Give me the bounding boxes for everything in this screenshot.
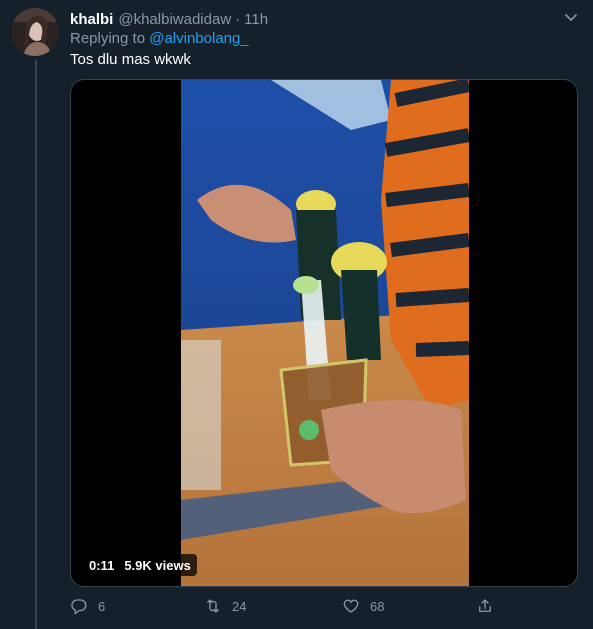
chevron-down-icon[interactable] xyxy=(563,9,579,25)
share-button[interactable] xyxy=(476,597,494,615)
thread-line xyxy=(35,60,37,629)
video-duration: 0:11 xyxy=(89,557,115,573)
retweet-icon xyxy=(207,599,219,613)
retweet-count: 24 xyxy=(232,598,247,614)
separator-dot: · xyxy=(235,10,241,28)
like-count: 68 xyxy=(370,598,385,614)
video-frame[interactable] xyxy=(181,80,469,586)
reply-mention-link[interactable]: @alvinbolang_ xyxy=(149,30,248,47)
user-handle[interactable]: @khalbiwadidaw xyxy=(118,11,231,28)
share-icon xyxy=(479,599,491,612)
retweet-button[interactable]: 24 xyxy=(204,597,246,615)
replying-prefix: Replying to xyxy=(70,30,146,47)
tweet-header: khalbi @khalbiwadidaw · 11h xyxy=(70,9,268,29)
reply-count: 6 xyxy=(98,598,106,614)
avatar-photo xyxy=(11,8,59,56)
video-thumbnail xyxy=(181,80,469,586)
replying-to: Replying to @alvinbolang_ xyxy=(70,30,249,47)
video-player[interactable]: 0:11 5.9K views xyxy=(70,79,578,587)
video-info-badge: 0:11 5.9K views xyxy=(83,554,197,576)
tweet-text: Tos dlu mas wkwk xyxy=(70,51,191,68)
tweet-actions: 6 24 68 xyxy=(70,597,500,619)
display-name[interactable]: khalbi xyxy=(70,11,113,28)
like-button[interactable]: 68 xyxy=(342,597,384,615)
timestamp[interactable]: 11h xyxy=(244,11,268,28)
video-views: 5.9K views xyxy=(124,557,191,573)
heart-icon xyxy=(343,599,359,613)
avatar[interactable] xyxy=(11,8,59,56)
reply-button[interactable]: 6 xyxy=(70,597,105,615)
reply-icon xyxy=(71,599,87,615)
